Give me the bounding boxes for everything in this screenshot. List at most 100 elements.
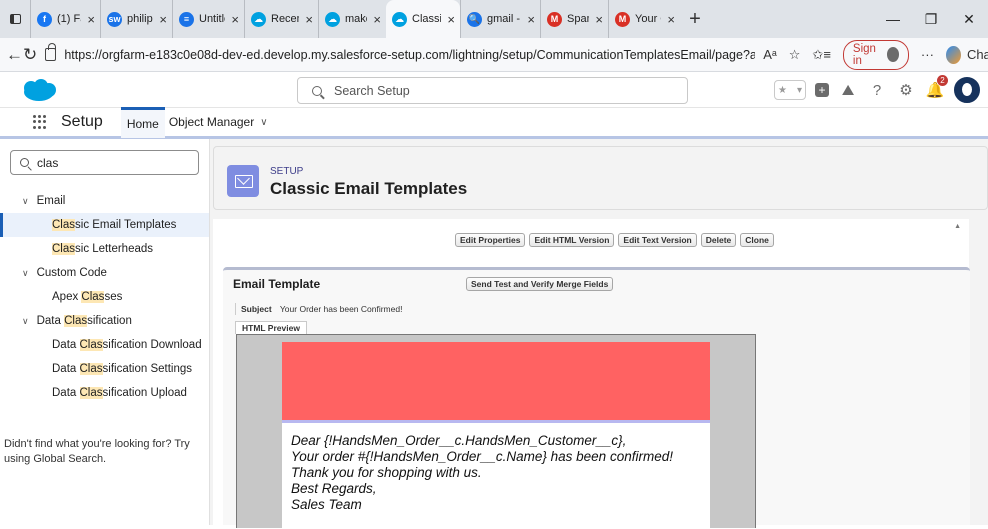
tab-favicon-icon: 🔍 <box>467 11 482 27</box>
tab-favicon-icon: M <box>615 11 630 27</box>
quick-find-input[interactable]: clas <box>10 150 199 175</box>
tab-home-label: Home <box>126 116 159 131</box>
edit-properties-button[interactable]: Edit Properties <box>455 233 526 247</box>
close-tab-icon[interactable]: × <box>231 12 239 27</box>
close-tab-icon[interactable]: × <box>373 12 381 27</box>
minimize-icon[interactable]: — <box>874 11 912 27</box>
tab-favicon-icon: sw <box>107 11 122 27</box>
close-window-icon[interactable]: ✕ <box>950 11 988 28</box>
tab-title: Spam (23 <box>567 13 589 25</box>
sidebar-item-label: Data Classification Download <box>52 339 202 351</box>
app-launcher-icon[interactable] <box>33 115 47 129</box>
tab-favicon-icon: ☁ <box>392 11 407 27</box>
url-field[interactable]: https://orgfarm-e183c0e08d-dev-ed.develo… <box>45 42 755 68</box>
setup-search-box[interactable]: Search Setup <box>297 77 688 104</box>
sidebar-item-label: Classic Letterheads <box>52 243 154 255</box>
email-template-icon <box>227 165 259 197</box>
help-icon[interactable]: ? <box>867 82 887 99</box>
setup-gear-icon[interactable]: ⚙ <box>896 81 916 99</box>
tab-title: Recently V <box>271 13 299 25</box>
browser-tab[interactable]: ☁ Classic Em × <box>386 0 460 38</box>
sidebar-item-label: Data Classification Upload <box>52 387 187 399</box>
read-aloud-icon[interactable]: Aᵃ <box>763 47 777 62</box>
sidebar-item[interactable]: Classic Email Templates <box>0 213 209 237</box>
search-icon <box>20 158 29 167</box>
close-tab-icon[interactable]: × <box>447 12 455 27</box>
sidebar-item[interactable]: Data Classification Upload <box>0 381 209 405</box>
clone-button[interactable]: Clone <box>740 233 774 247</box>
tab-actions-icon[interactable] <box>0 0 30 38</box>
reload-icon[interactable]: ↻ <box>23 45 37 65</box>
edit-text-version-button[interactable]: Edit Text Version <box>618 233 697 247</box>
global-actions-icon[interactable]: + <box>815 83 829 97</box>
edit-html-version-button[interactable]: Edit HTML Version <box>529 233 615 247</box>
close-tab-icon[interactable]: × <box>87 12 95 27</box>
favorites-icon[interactable]: ✩≡ <box>812 47 830 63</box>
sign-in-button[interactable]: Sign in <box>842 39 909 70</box>
email-body-line: Sales Team <box>291 497 362 512</box>
subject-value: Your Order has been Confirmed! <box>279 304 403 314</box>
sidebar-item-label: Data Classification Settings <box>52 363 193 375</box>
email-body-line: Your order #{!HandsMen_Order__c.Name} ha… <box>291 449 673 464</box>
tab-object-manager[interactable]: Object Manager ∨ <box>165 107 272 138</box>
favorites-button[interactable]: ★ ▾ <box>774 80 806 100</box>
tab-title: Untitled d <box>199 13 225 25</box>
action-buttons: Edit Properties Edit HTML Version Edit Tex… <box>455 233 774 247</box>
sidebar-group-label: Email <box>36 195 66 207</box>
email-body-line: Best Regards, <box>291 481 377 496</box>
browser-tab[interactable]: ≡ Untitled d × <box>172 0 244 38</box>
not-found-hint: Didn't find what you're looking for? Try… <box>4 438 190 465</box>
chevron-down-icon: ∨ <box>260 116 268 128</box>
chevron-down-icon: ▾ <box>796 84 802 96</box>
browser-tab[interactable]: f (1) Facebo × <box>30 0 100 38</box>
sidebar-item-label: Apex Classes <box>52 291 123 303</box>
close-tab-icon[interactable]: × <box>159 12 167 27</box>
browser-tab[interactable]: ☁ Recently V × <box>244 0 318 38</box>
tab-favicon-icon: ≡ <box>179 11 194 27</box>
template-detail-frame: Edit Properties Edit HTML Version Edit Tex… <box>213 219 970 529</box>
send-test-verify-button[interactable]: Send Test and Verify Merge Fields <box>466 277 614 291</box>
close-tab-icon[interactable]: × <box>305 12 313 27</box>
sidebar-item[interactable]: Data Classification Download <box>0 333 209 357</box>
sidebar-group[interactable]: ∨ Email <box>0 189 209 213</box>
tab-home[interactable]: Home <box>120 106 165 138</box>
sidebar-group[interactable]: ∨ Custom Code <box>0 261 209 285</box>
browser-tab[interactable]: sw philippine × <box>100 0 172 38</box>
close-tab-icon[interactable]: × <box>527 12 535 27</box>
more-options-icon[interactable]: ··· <box>921 47 934 62</box>
new-tab-icon[interactable]: + <box>680 8 710 31</box>
delete-button[interactable]: Delete <box>700 233 737 247</box>
user-avatar[interactable] <box>954 77 980 103</box>
browser-tab[interactable]: 🔍 gmail - Se × <box>460 0 540 38</box>
favorite-star-icon[interactable]: ☆ <box>789 47 801 63</box>
tab-favicon-icon: f <box>37 11 52 27</box>
sidebar-group[interactable]: ∨ Data Classification <box>0 309 209 333</box>
lock-icon <box>45 43 57 61</box>
copilot-icon[interactable] <box>945 45 961 64</box>
sidebar-item-label: Classic Email Templates <box>52 219 177 231</box>
subject-label: Subject <box>241 304 272 314</box>
close-tab-icon[interactable]: × <box>595 12 603 27</box>
chevron-down-icon: ∨ <box>22 267 29 278</box>
trailhead-icon[interactable]: ⛰ <box>838 82 858 99</box>
sidebar-item[interactable]: Data Classification Settings <box>0 357 209 381</box>
restore-icon[interactable]: ❐ <box>912 11 950 28</box>
sidebar-group-label: Custom Code <box>36 267 107 279</box>
chevron-down-icon: ∨ <box>22 315 29 326</box>
back-icon[interactable]: ← <box>6 45 23 65</box>
tab-favicon-icon: ☁ <box>251 11 266 27</box>
browser-tabs: f (1) Facebo × sw philippine × ≡ Untitled d × ☁ Re… <box>30 0 680 38</box>
setup-app-title: Setup <box>61 113 103 130</box>
subject-row: Subject Your Order has been Confirmed! <box>241 304 402 314</box>
scroll-up-arrow-icon[interactable]: ▲ <box>954 223 961 230</box>
sidebar-item[interactable]: Classic Letterheads <box>0 237 209 261</box>
close-tab-icon[interactable]: × <box>667 12 675 27</box>
notifications-bell-icon[interactable]: 🔔 2 <box>925 75 948 99</box>
sidebar-item[interactable]: Apex Classes <box>0 285 209 309</box>
salesforce-logo-icon[interactable] <box>20 79 58 103</box>
browser-tab[interactable]: M Your Orde × <box>608 0 680 38</box>
browser-tab[interactable]: M Spam (23 × <box>540 0 608 38</box>
browser-tab[interactable]: ☁ makoy | H × <box>318 0 386 38</box>
tab-html-preview[interactable]: HTML Preview <box>235 321 307 334</box>
copilot-label[interactable]: Cha <box>967 47 988 62</box>
